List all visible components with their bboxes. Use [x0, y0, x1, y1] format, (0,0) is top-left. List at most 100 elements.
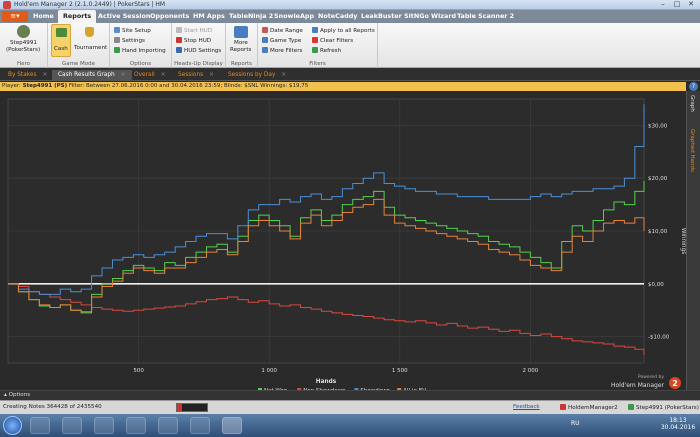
y-tick-label: $0,00 — [648, 282, 664, 288]
hm2-status: HoldemManager2 — [560, 404, 618, 411]
close-button[interactable]: ✕ — [684, 0, 698, 9]
results-chart-svg: $30,00 $20,00 $10,00 $0,00 -$10,00 500 1 000 1 … — [7, 98, 686, 394]
close-tab-icon[interactable]: × — [121, 72, 126, 78]
more-filters-button[interactable]: More Filters — [262, 47, 302, 54]
rail-graphed-hands-tab[interactable]: Graphed Hands — [689, 129, 695, 172]
doc-tab-cash-results-graph[interactable]: Cash Results Graph × — [52, 70, 132, 81]
reports-icon — [234, 26, 248, 38]
x-tick-label: 2 000 — [523, 368, 539, 374]
app-icon — [3, 1, 11, 9]
clock[interactable]: 18:13 30.04.2016 — [660, 417, 696, 431]
trophy-icon — [85, 27, 94, 37]
clock-time: 18:13 — [669, 417, 687, 424]
progress-fill — [177, 404, 182, 411]
title-bar: Hold'em Manager 2 (2.1.0.2449) | PokerSt… — [0, 0, 700, 10]
window-title: Hold'em Manager 2 (2.1.0.2449) | PokerSt… — [14, 1, 166, 8]
options-group-label: Options — [129, 61, 152, 67]
pokertracker-taskbar-icon[interactable] — [190, 417, 210, 434]
hm2-icon — [560, 404, 566, 410]
play-icon — [176, 27, 182, 33]
minimize-button[interactable]: – — [656, 0, 670, 9]
document-tabs: By Stakes × Cash Results Graph × Overall × … — [0, 68, 700, 81]
clear-filters-button[interactable]: Clear Filters — [312, 37, 353, 44]
close-tab-icon[interactable]: × — [161, 72, 166, 78]
maximize-button[interactable]: □ — [670, 0, 684, 9]
tab-hm-apps[interactable]: HM Apps — [193, 10, 225, 23]
skype-taskbar-icon[interactable] — [126, 417, 146, 434]
doc-tab-sessions[interactable]: Sessions × — [172, 70, 220, 81]
y-tick-label: -$10,00 — [648, 335, 670, 341]
tab-snowieapp[interactable]: SnowieApp — [274, 10, 314, 23]
refresh-button[interactable]: Refresh — [312, 47, 341, 54]
import-icon — [114, 47, 120, 53]
gear-icon — [114, 37, 120, 43]
settings-button[interactable]: Settings — [114, 37, 145, 44]
tab-reports[interactable]: Reports — [58, 10, 97, 23]
site-setup-button[interactable]: Site Setup — [114, 27, 151, 34]
hero-group: Step4991 (PokerStars) Hero — [0, 23, 48, 68]
tab-sitngo-wizard[interactable]: SitNGo Wizard — [404, 10, 456, 23]
game-type-icon — [262, 37, 268, 43]
hand-importing-button[interactable]: Hand Importing — [114, 47, 166, 54]
language-indicator[interactable]: RU — [571, 420, 580, 427]
date-range-button[interactable]: Date Range — [262, 27, 303, 34]
tab-notecaddy[interactable]: NoteCaddy — [318, 10, 357, 23]
feedback-link[interactable]: Feedback — [513, 404, 540, 410]
hud-settings-button[interactable]: HUD Settings — [176, 47, 221, 54]
calendar-icon — [262, 27, 268, 33]
tab-opponents[interactable]: Opponents — [150, 10, 189, 23]
cash-icon — [56, 28, 67, 37]
filters-group-label: Filters — [309, 61, 326, 67]
x-tick-label: 1 500 — [392, 368, 408, 374]
cash-button[interactable]: Cash — [51, 24, 71, 57]
file-menu-button[interactable]: ≡▾ — [2, 11, 28, 22]
help-icon[interactable]: ? — [689, 82, 698, 91]
explorer-taskbar-icon[interactable] — [62, 417, 82, 434]
hero-player[interactable]: Step4991 — [10, 40, 37, 46]
ribbon-panel: Step4991 (PokerStars) Hero Cash Tourname… — [0, 23, 700, 68]
y-tick-label: $10,00 — [648, 229, 668, 235]
tournament-button[interactable]: Tournament — [74, 24, 108, 57]
pokerstars-taskbar-icon[interactable] — [158, 417, 178, 434]
start-hud-button[interactable]: Start HUD — [176, 27, 212, 34]
game-type-button[interactable]: Game Type — [262, 37, 301, 44]
hud-settings-icon — [176, 47, 182, 53]
tab-leakbuster[interactable]: LeakBuster — [361, 10, 402, 23]
close-tab-icon[interactable]: × — [209, 72, 214, 78]
x-tick-label: 500 — [133, 368, 144, 374]
doc-tab-sessions-by-day[interactable]: Sessions by Day × — [222, 70, 292, 81]
tab-active-session[interactable]: Active Session — [98, 10, 150, 23]
game-mode-group-label: Game Mode — [61, 61, 96, 67]
doc-tab-overall[interactable]: Overall × — [128, 70, 172, 81]
more-reports-label-1[interactable]: More — [234, 40, 248, 46]
stop-icon — [176, 37, 182, 43]
tab-table-scanner[interactable]: Table Scanner 2 — [457, 10, 514, 23]
filter-summary-bar: Player: Step4991 (PS) Filter: Between 27… — [0, 82, 686, 91]
x-axis-label: Hands — [316, 379, 337, 385]
windows-taskbar: RU 18:13 30.04.2016 — [0, 414, 700, 437]
hm2-taskbar-icon[interactable] — [222, 417, 242, 434]
progress-bar — [176, 403, 208, 412]
hm2-logo-digit: 2 — [672, 379, 678, 388]
hero-site[interactable]: (PokerStars) — [6, 47, 40, 53]
refresh-icon — [312, 47, 318, 53]
close-tab-icon[interactable]: × — [281, 72, 286, 78]
more-reports-label-2[interactable]: Reports — [230, 47, 251, 53]
start-button[interactable] — [3, 416, 22, 435]
filter-winnings: $19,75 — [288, 83, 309, 89]
firefox-taskbar-icon[interactable] — [30, 417, 50, 434]
brand-name: Hold'em Manager — [611, 382, 665, 389]
doc-tab-by-stakes[interactable]: By Stakes × — [2, 70, 53, 81]
close-tab-icon[interactable]: × — [43, 72, 48, 78]
rail-graph-tab[interactable]: Graph — [689, 95, 695, 112]
options-toggle[interactable]: ▴ Options — [4, 392, 30, 398]
y-tick-label: $20,00 — [648, 176, 668, 182]
filter-icon — [262, 47, 268, 53]
stop-hud-button[interactable]: Stop HUD — [176, 37, 211, 44]
poker-app-taskbar-icon[interactable] — [94, 417, 114, 434]
tab-tableninja[interactable]: TableNinja 2 — [229, 10, 273, 23]
site-setup-icon — [114, 27, 120, 33]
apply-all-reports-button[interactable]: Apply to all Reports — [312, 27, 375, 34]
tab-home[interactable]: Home — [33, 10, 54, 23]
filter-text: Between 27.06.2016 0:00 and 30.04.2016 2… — [86, 83, 259, 89]
